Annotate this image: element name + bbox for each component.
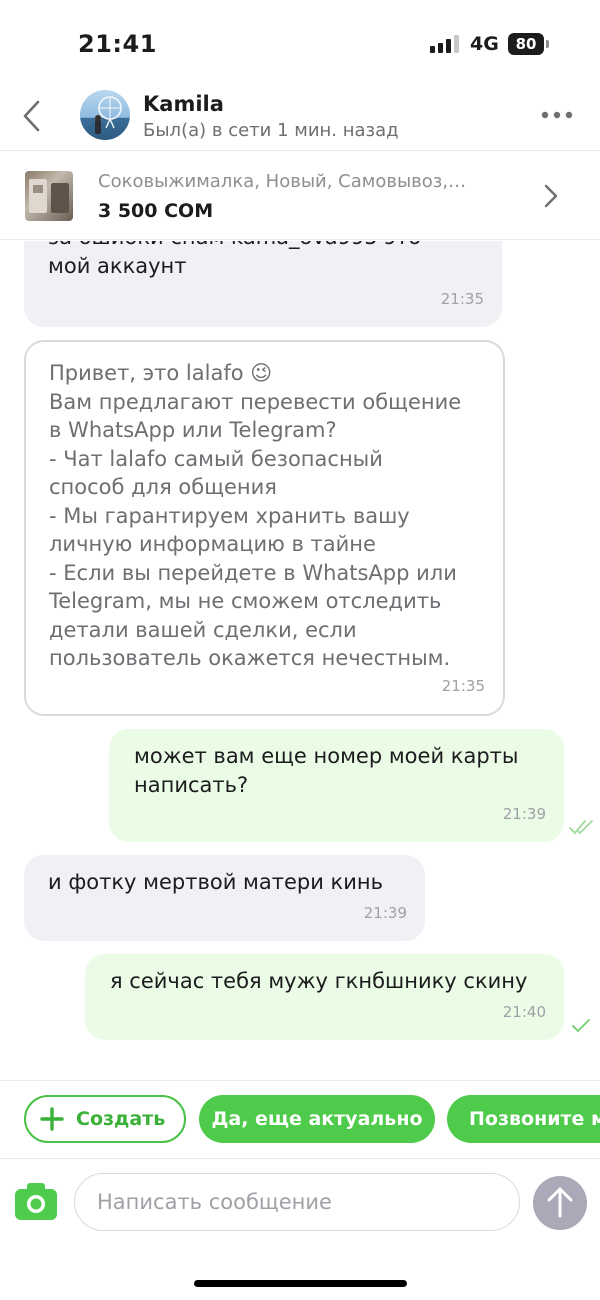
message-text: может вам еще номер моей карты написать? <box>134 744 519 797</box>
message-incoming: за ошибки спам kama_ova995 это мой аккау… <box>24 241 502 327</box>
message-text: за ошибки спам kama_ova995 это мой аккау… <box>48 241 421 278</box>
status-bar: 21:41 4G 80 <box>0 0 600 80</box>
message-time: 21:35 <box>441 676 485 695</box>
camera-icon[interactable] <box>14 1181 58 1221</box>
cellular-signal-icon <box>430 35 459 53</box>
quick-reply-label: Позвоните мне <box>469 1108 600 1130</box>
message-outgoing: может вам еще номер моей карты написать?… <box>109 729 564 842</box>
message-incoming: и фотку мертвой матери кинь 21:39 <box>24 855 425 941</box>
message-time: 21:35 <box>440 289 484 308</box>
quick-reply-still-available[interactable]: Да, еще актуально <box>199 1095 435 1143</box>
quick-reply-label: Да, еще актуально <box>211 1108 423 1130</box>
message-time: 21:39 <box>502 804 546 823</box>
message-text: Привет, это lalafo 😉 Вам предлагают пере… <box>49 361 462 670</box>
arrow-up-icon <box>547 1187 573 1218</box>
chat-header: Kamila Был(а) в сети 1 мин. назад <box>0 80 600 150</box>
contact-status: Был(а) в сети 1 мин. назад <box>143 120 399 141</box>
create-button[interactable]: Создать <box>24 1095 186 1143</box>
product-thumbnail <box>25 171 73 221</box>
avatar[interactable] <box>80 90 130 140</box>
plus-icon <box>40 1107 64 1131</box>
contact-name[interactable]: Kamila <box>143 92 224 116</box>
juicer-image-icon <box>29 179 69 213</box>
back-chevron-icon[interactable] <box>18 96 48 136</box>
message-list[interactable]: за ошибки спам kama_ova995 это мой аккау… <box>0 241 600 1078</box>
chevron-right-icon[interactable] <box>542 183 560 209</box>
quick-reply-call-me[interactable]: Позвоните мне <box>447 1095 600 1143</box>
message-time: 21:39 <box>363 903 407 922</box>
home-indicator[interactable] <box>194 1280 407 1287</box>
create-button-label: Создать <box>76 1108 166 1130</box>
message-text: и фотку мертвой матери кинь <box>48 870 383 894</box>
avatar-ferris-wheel-icon <box>95 96 122 134</box>
message-outgoing: я сейчас тебя мужу гкнбшнику скину 21:40 <box>85 954 564 1040</box>
product-bar[interactable]: Соковыжималка, Новый, Самовывоз,… 3 500 … <box>0 150 600 240</box>
message-system-lalafo: Привет, это lalafo 😉 Вам предлагают пере… <box>24 340 505 716</box>
battery-icon: 80 <box>508 33 544 55</box>
message-time: 21:40 <box>502 1002 546 1021</box>
product-title: Соковыжималка, Новый, Самовывоз,… <box>98 171 467 192</box>
double-check-read-icon <box>569 820 593 835</box>
quick-replies-bar[interactable]: Создать Да, еще актуально Позвоните мне <box>0 1080 600 1157</box>
battery-tip <box>546 40 549 48</box>
status-time: 21:41 <box>78 30 157 58</box>
product-price: 3 500 СОМ <box>98 200 214 222</box>
message-text: я сейчас тебя мужу гкнбшнику скину <box>110 969 528 993</box>
send-button[interactable] <box>533 1176 587 1230</box>
check-sent-icon <box>572 1019 590 1033</box>
more-options-icon[interactable] <box>540 110 574 120</box>
message-input[interactable] <box>74 1173 520 1231</box>
network-type: 4G <box>470 33 499 55</box>
message-composer <box>0 1158 600 1248</box>
